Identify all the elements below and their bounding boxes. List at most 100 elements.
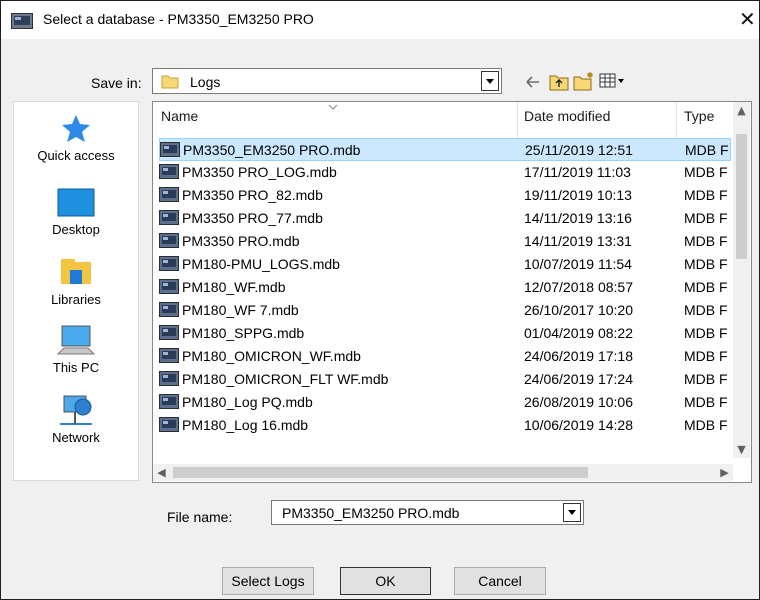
file-name: PM3350 PRO_77.mdb xyxy=(182,210,323,226)
file-name: PM180_WF.mdb xyxy=(182,279,286,295)
column-header-name[interactable]: Name xyxy=(161,108,198,138)
place-this-pc[interactable]: This PC xyxy=(14,322,138,375)
libraries-icon xyxy=(61,259,91,284)
column-header-date[interactable]: Date modified xyxy=(524,108,610,138)
file-name: PM180-PMU_LOGS.mdb xyxy=(182,256,340,272)
column-header-type[interactable]: Type xyxy=(684,108,714,138)
file-name: PM180_Log 16.mdb xyxy=(182,417,309,433)
file-type: MDB F xyxy=(684,187,728,203)
file-type: MDB F xyxy=(685,142,729,158)
network-icon xyxy=(60,395,92,425)
place-quick-access[interactable]: Quick access xyxy=(14,112,138,163)
folder-icon xyxy=(161,75,179,89)
vertical-scrollbar[interactable]: ▲ ▼ xyxy=(733,102,750,458)
file-type: MDB F xyxy=(684,325,728,341)
database-file-icon xyxy=(159,302,179,317)
desktop-icon xyxy=(57,188,95,217)
file-list[interactable]: Name Date modified Type PM3350_EM3250 PR… xyxy=(152,101,752,483)
select-logs-button[interactable]: Select Logs xyxy=(222,567,314,595)
horizontal-scroll-thumb[interactable] xyxy=(173,467,588,478)
place-libraries[interactable]: Libraries xyxy=(14,254,138,307)
file-row[interactable]: PM3350 PRO_LOG.mdb 17/11/2019 11:03 MDB F xyxy=(159,161,731,184)
database-file-icon xyxy=(159,325,179,340)
back-arrow-icon[interactable] xyxy=(525,74,541,90)
computer-icon xyxy=(56,325,96,355)
file-row[interactable]: PM3350 PRO.mdb 14/11/2019 13:31 MDB F xyxy=(159,230,731,253)
database-file-icon xyxy=(159,394,179,409)
scroll-down-icon[interactable]: ▼ xyxy=(733,441,750,458)
chevron-down-icon[interactable] xyxy=(481,71,499,91)
file-row[interactable]: PM180-PMU_LOGS.mdb 10/07/2019 11:54 MDB F xyxy=(159,253,731,276)
database-file-icon xyxy=(159,187,179,202)
file-type: MDB F xyxy=(684,394,728,410)
file-row[interactable]: PM180_WF.mdb 12/07/2018 08:57 MDB F xyxy=(159,276,731,299)
file-row[interactable]: PM180_Log PQ.mdb 26/08/2019 10:06 MDB F xyxy=(159,391,731,414)
place-label: This PC xyxy=(52,360,100,375)
file-row[interactable]: PM180_OMICRON_WF.mdb 24/06/2019 17:18 MDB … xyxy=(159,345,731,368)
up-folder-icon[interactable] xyxy=(549,73,569,91)
file-row[interactable]: PM180_WF 7.mdb 26/10/2017 10:20 MDB F xyxy=(159,299,731,322)
cancel-button[interactable]: Cancel xyxy=(454,567,546,595)
file-date: 12/07/2018 08:57 xyxy=(524,279,633,295)
file-row[interactable]: PM3350_EM3250 PRO.mdb 25/11/2019 12:51 MDB… xyxy=(159,138,731,161)
file-date: 26/08/2019 10:06 xyxy=(524,394,633,410)
close-icon[interactable]: ✕ xyxy=(739,7,756,31)
vertical-scroll-thumb[interactable] xyxy=(736,134,747,259)
file-name: PM3350 PRO.mdb xyxy=(182,233,300,249)
save-in-label: Save in: xyxy=(91,75,142,91)
horizontal-scrollbar[interactable]: ◀ ▶ xyxy=(153,464,733,481)
database-file-icon xyxy=(159,164,179,179)
save-in-dropdown[interactable]: Logs xyxy=(152,68,502,94)
chevron-down-icon[interactable] xyxy=(563,503,581,522)
column-divider[interactable] xyxy=(517,102,518,138)
view-menu-icon[interactable] xyxy=(599,73,625,89)
database-file-icon xyxy=(159,348,179,363)
database-file-icon xyxy=(160,142,180,157)
title-bar: Select a database - PM3350_EM3250 PRO ✕ xyxy=(1,1,759,39)
database-file-icon xyxy=(159,233,179,248)
file-name: PM3350_EM3250 PRO.mdb xyxy=(183,142,361,158)
place-label: Quick access xyxy=(37,148,115,163)
file-type: MDB F xyxy=(684,417,728,433)
file-row[interactable]: PM180_Log 16.mdb 10/06/2019 14:28 MDB F xyxy=(159,414,731,437)
file-name-field[interactable]: PM3350_EM3250 PRO.mdb xyxy=(271,500,584,525)
file-row[interactable]: PM3350 PRO_82.mdb 19/11/2019 10:13 MDB F xyxy=(159,184,731,207)
column-divider[interactable] xyxy=(676,102,677,138)
new-folder-icon[interactable] xyxy=(573,71,595,91)
place-desktop[interactable]: Desktop xyxy=(14,184,138,237)
database-file-icon xyxy=(159,210,179,225)
file-date: 26/10/2017 10:20 xyxy=(524,302,633,318)
file-type: MDB F xyxy=(684,256,728,272)
file-type: MDB F xyxy=(684,210,728,226)
file-type: MDB F xyxy=(684,371,728,387)
file-date: 17/11/2019 11:03 xyxy=(524,164,631,180)
file-type: MDB F xyxy=(684,233,728,249)
file-date: 14/11/2019 13:16 xyxy=(524,210,632,226)
file-name: PM180_WF 7.mdb xyxy=(182,302,299,318)
file-name: PM180_OMICRON_WF.mdb xyxy=(182,348,361,364)
file-name: PM180_OMICRON_FLT WF.mdb xyxy=(182,371,389,387)
file-name: PM3350 PRO_82.mdb xyxy=(182,187,323,203)
file-date: 19/11/2019 10:13 xyxy=(524,187,632,203)
scroll-left-icon[interactable]: ◀ xyxy=(153,464,170,481)
scroll-up-icon[interactable]: ▲ xyxy=(733,102,750,119)
database-file-icon xyxy=(159,279,179,294)
star-icon xyxy=(62,115,90,142)
file-date: 14/11/2019 13:31 xyxy=(524,233,632,249)
file-type: MDB F xyxy=(684,302,728,318)
file-date: 25/11/2019 12:51 xyxy=(525,142,633,158)
place-network[interactable]: Network xyxy=(14,392,138,445)
file-row[interactable]: PM180_OMICRON_FLT WF.mdb 24/06/2019 17:24… xyxy=(159,368,731,391)
file-dialog: Select a database - PM3350_EM3250 PRO ✕ … xyxy=(0,0,760,600)
file-name: PM180_SPPG.mdb xyxy=(182,325,305,341)
save-in-value: Logs xyxy=(190,74,221,90)
ok-button[interactable]: OK xyxy=(340,567,431,595)
scroll-right-icon[interactable]: ▶ xyxy=(716,464,733,481)
file-row[interactable]: PM3350 PRO_77.mdb 14/11/2019 13:16 MDB F xyxy=(159,207,731,230)
database-file-icon xyxy=(159,371,179,386)
file-row[interactable]: PM180_SPPG.mdb 01/04/2019 08:22 MDB F xyxy=(159,322,731,345)
file-date: 24/06/2019 17:18 xyxy=(524,348,633,364)
file-date: 24/06/2019 17:24 xyxy=(524,371,633,387)
places-bar: Quick access Desktop Libraries This PC N… xyxy=(13,101,139,481)
file-name-value: PM3350_EM3250 PRO.mdb xyxy=(282,505,460,521)
